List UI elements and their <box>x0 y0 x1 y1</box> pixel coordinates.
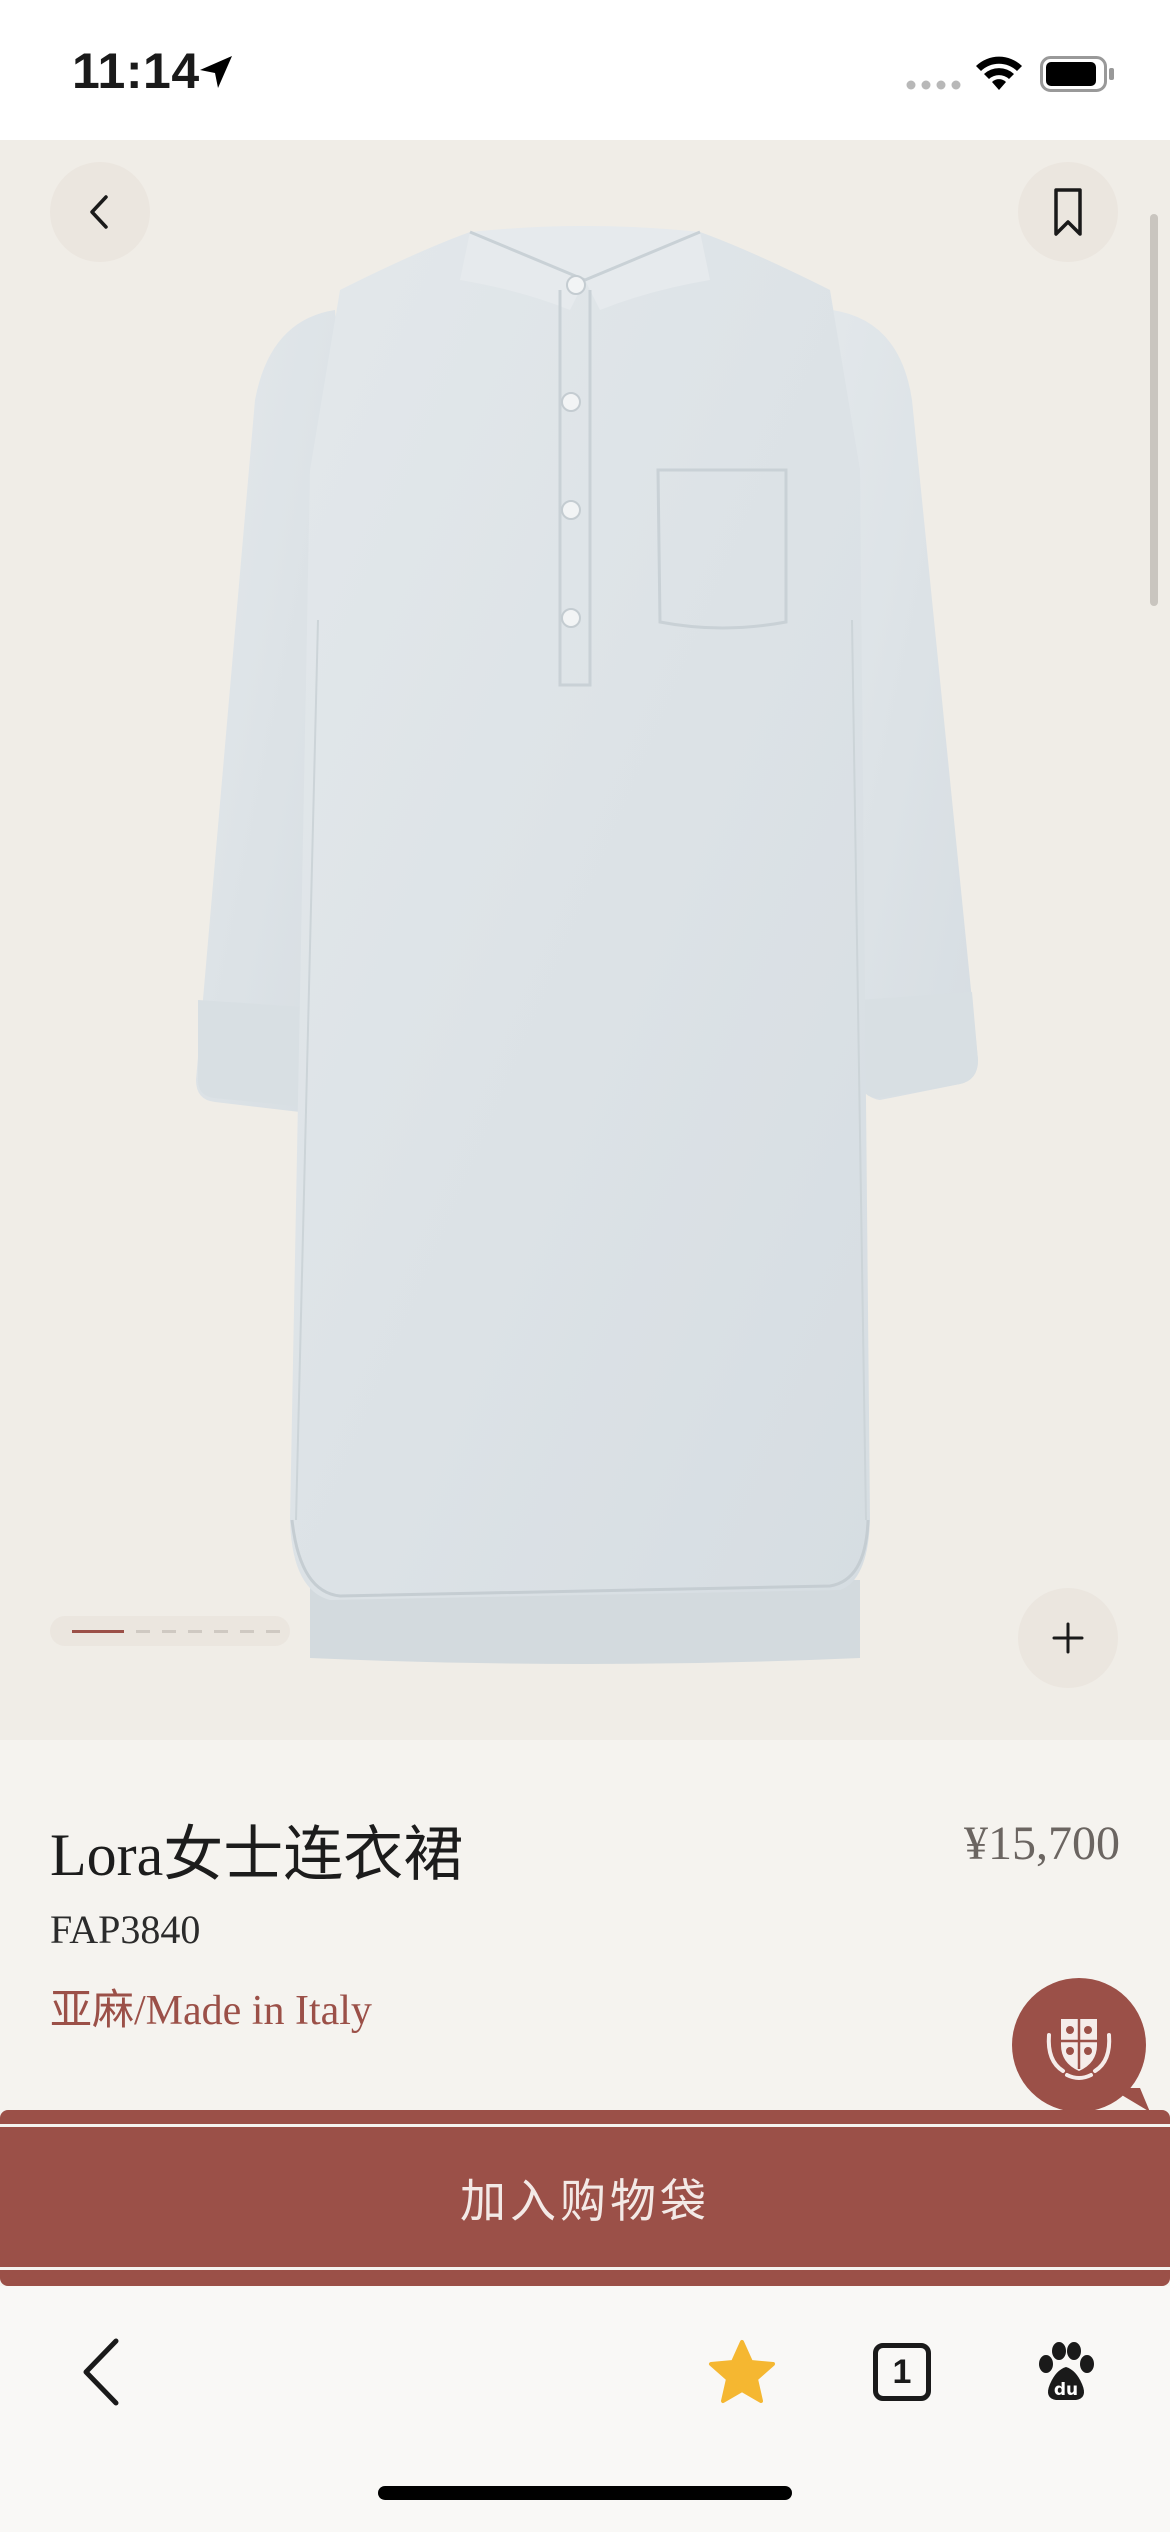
battery-icon <box>1040 56 1114 92</box>
baidu-paw-icon: du <box>1039 2342 1094 2400</box>
product-price: ¥15,700 <box>964 1817 1120 1870</box>
product-image-gallery[interactable] <box>0 140 1170 1740</box>
pager-segment <box>266 1630 280 1633</box>
add-to-bag-button[interactable]: 加入购物袋 <box>0 2110 1170 2286</box>
star-icon <box>709 2340 775 2403</box>
product-image <box>196 226 978 1664</box>
location-arrow-icon <box>200 56 232 88</box>
chat-badge-tail <box>1110 2088 1150 2112</box>
plus-icon <box>1052 1622 1084 1654</box>
baidu-button[interactable]: du <box>1016 2322 1116 2422</box>
svg-text:du: du <box>1054 2380 1078 2400</box>
pager-segment <box>240 1630 254 1633</box>
product-sku: FAP3840 <box>50 1907 201 1952</box>
chevron-left-icon <box>83 2338 119 2406</box>
pager-segment <box>188 1630 202 1633</box>
product-title: Lora女士连衣裙 <box>50 1822 464 1888</box>
back-button[interactable] <box>50 162 150 262</box>
bookmark-icon <box>1054 188 1082 236</box>
status-bar: 11:14 <box>0 0 1170 140</box>
pager-segment <box>162 1630 176 1633</box>
tabs-button[interactable]: 1 <box>852 2322 952 2422</box>
product-info: Lora女士连衣裙 ¥15,700 FAP3840 亚麻/Made in Ita… <box>0 1740 1170 2110</box>
crest-chat-icon <box>1046 2019 1112 2080</box>
wifi-icon <box>976 56 1022 90</box>
browser-back-button[interactable] <box>52 2322 152 2422</box>
pager-active-segment <box>72 1630 124 1633</box>
zoom-button[interactable] <box>1018 1588 1118 1688</box>
scroll-indicator <box>1150 214 1158 606</box>
status-time: 11:14 <box>72 43 200 99</box>
chevron-left-icon <box>90 195 108 229</box>
home-indicator <box>378 2486 792 2500</box>
favorite-button[interactable] <box>692 2322 792 2422</box>
cta-divider-top <box>0 2124 1170 2127</box>
image-pager <box>50 1616 290 1646</box>
pager-segment <box>136 1630 150 1633</box>
tabs-icon: 1 <box>873 2343 931 2401</box>
signal-dots-icon <box>906 80 961 90</box>
product-material: 亚麻/Made in Italy <box>50 1988 372 2034</box>
bookmark-button[interactable] <box>1018 162 1118 262</box>
add-to-bag-label: 加入购物袋 <box>460 2174 710 2228</box>
cta-divider-bottom <box>0 2267 1170 2270</box>
pager-segment <box>214 1630 228 1633</box>
tab-count: 1 <box>892 2352 912 2391</box>
